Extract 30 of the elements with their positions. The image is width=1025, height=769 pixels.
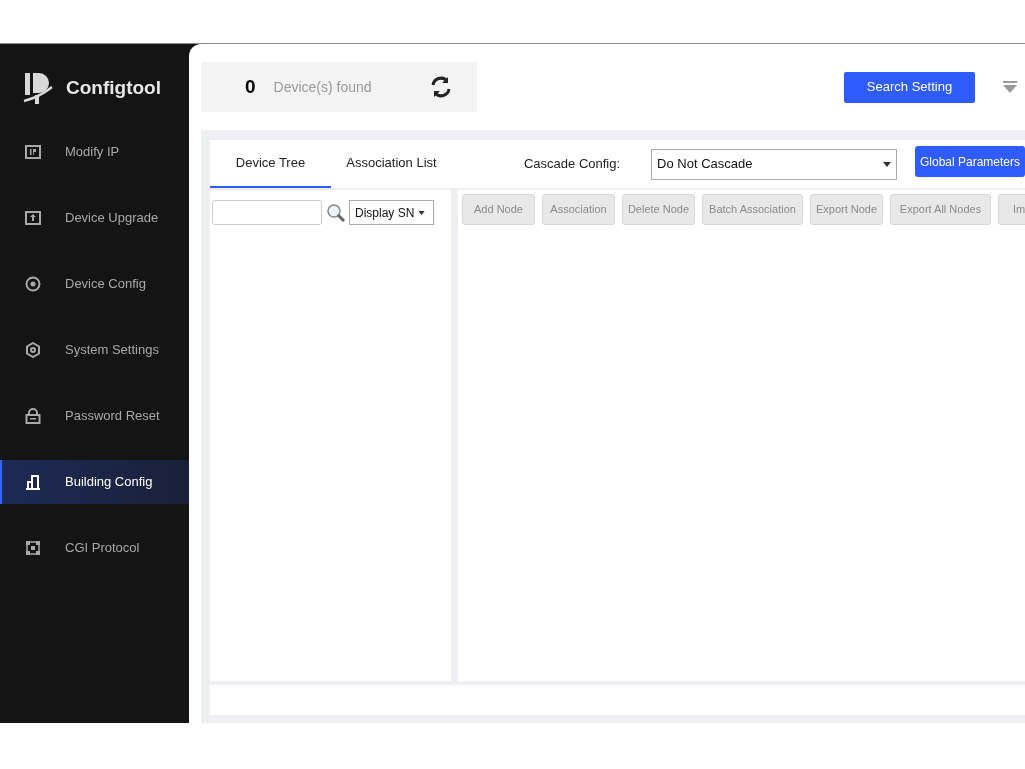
cascade-label: Cascade Config: [523, 155, 621, 174]
global-parameters-button[interactable]: Global Parameters [915, 146, 1025, 177]
app-name: Configtool [66, 75, 161, 100]
sidebar-item[interactable]: Modify IP [0, 130, 189, 174]
filter-icon[interactable] [1003, 80, 1017, 94]
upload-icon [25, 210, 41, 226]
gear-icon [25, 342, 41, 358]
sidebar-item[interactable]: Password Reset [0, 394, 189, 438]
sidebar-item[interactable]: CGI Protocol [0, 526, 189, 570]
sidebar-item[interactable]: Building Config [0, 460, 189, 504]
caret-icon [418, 210, 426, 215]
search-icon[interactable] [326, 202, 346, 223]
sidebar-item[interactable]: Device Upgrade [0, 196, 189, 240]
grid-icon [25, 540, 41, 556]
sidebar-item[interactable]: System Settings [0, 328, 189, 372]
search-setting-button[interactable]: Search Setting [844, 71, 975, 103]
tab[interactable]: Device Tree [210, 140, 331, 188]
display-dropdown[interactable]: Display SN [349, 200, 434, 225]
device-count: 0 [245, 74, 256, 99]
tab[interactable]: Association List [331, 140, 452, 188]
ip-icon [25, 144, 41, 160]
target-icon [25, 276, 41, 292]
device-count-label: Device(s) found [273, 77, 372, 97]
lock-icon [25, 408, 41, 424]
refresh-icon[interactable] [429, 75, 453, 99]
caret-icon [883, 161, 892, 167]
search-field[interactable] [212, 200, 322, 225]
building-icon [25, 474, 41, 490]
cascade-dropdown[interactable]: Do Not Cascade [651, 148, 898, 180]
sidebar-item[interactable]: Device Config [0, 262, 189, 306]
